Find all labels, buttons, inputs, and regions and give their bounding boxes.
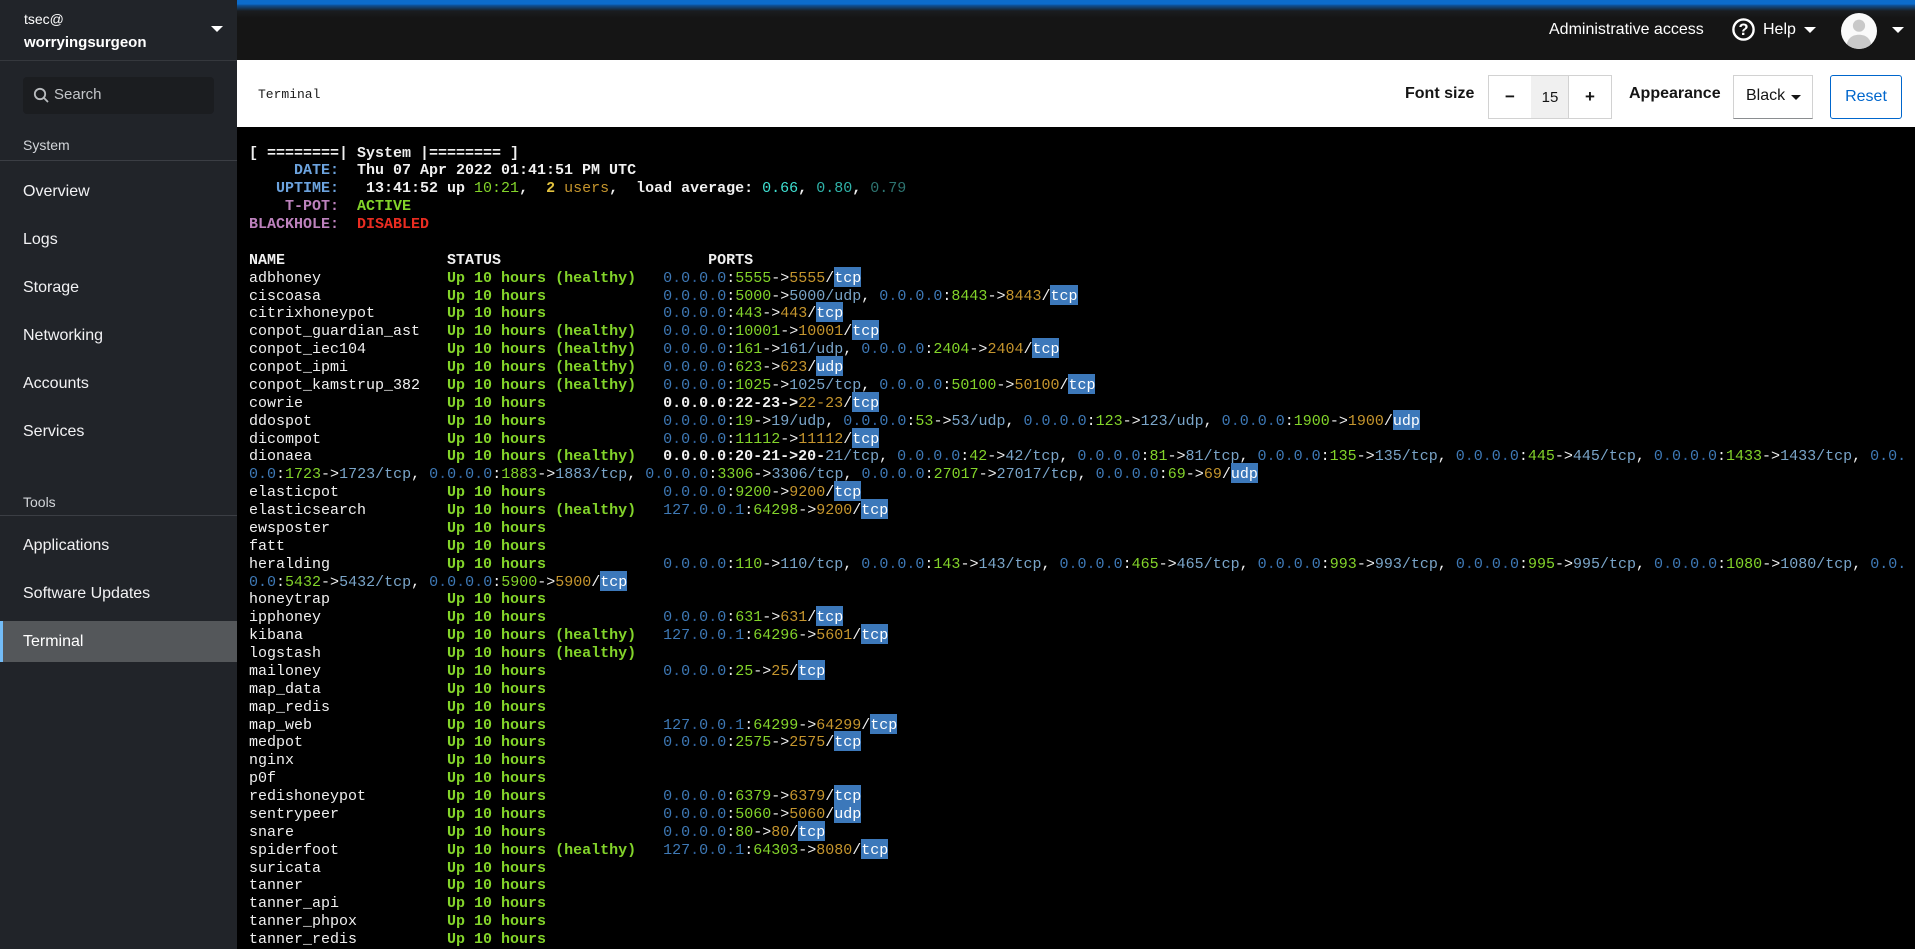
svg-text:?: ? <box>1738 21 1748 39</box>
